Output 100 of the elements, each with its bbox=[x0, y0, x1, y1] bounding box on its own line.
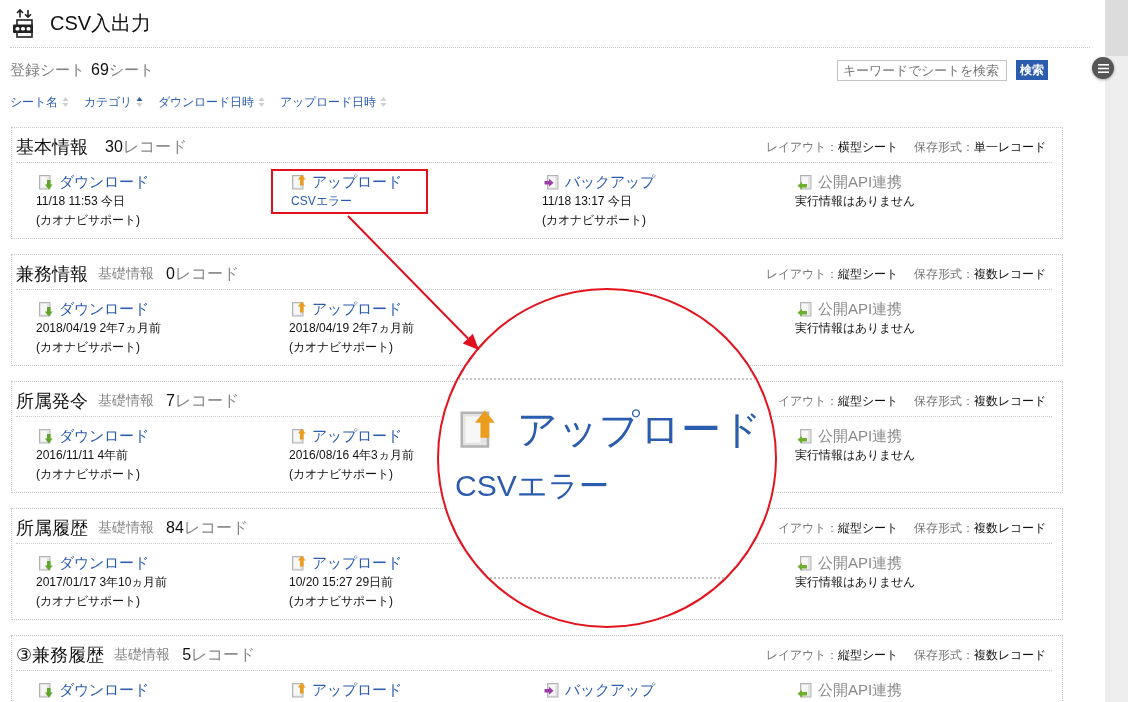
format-value: 単一レコード bbox=[974, 138, 1046, 156]
sheet-name: 所属履歴 bbox=[16, 517, 88, 540]
activity-date: 10/20 15:27 29日前 bbox=[289, 574, 394, 591]
activity-date: 11/18 13:17 今日 bbox=[542, 193, 632, 210]
file-arrow-left-icon bbox=[797, 428, 813, 444]
record-count-unit: レコード bbox=[122, 136, 187, 157]
activity-date: 2018/04/19 2年7ヵ月前 bbox=[36, 320, 161, 337]
sort-link[interactable]: カテゴリ bbox=[84, 93, 143, 111]
user-name: (カオナビサポート) bbox=[289, 466, 393, 483]
download-link[interactable]: ダウンロード bbox=[59, 553, 149, 573]
sort-link[interactable]: シート名 bbox=[10, 93, 69, 111]
activity-date: 2018/04/19 2年7ヵ月前 bbox=[289, 320, 414, 337]
upload-icon bbox=[291, 682, 307, 698]
upload-link[interactable]: アップロード bbox=[312, 426, 402, 446]
magnified-error-label: CSVエラー bbox=[455, 468, 609, 504]
upload-icon bbox=[291, 301, 307, 317]
format-label: 保存形式： bbox=[914, 392, 974, 410]
layout-value: 縦型シート bbox=[838, 265, 898, 283]
format-value: 複数レコード bbox=[974, 519, 1046, 537]
upload-link[interactable]: アップロード bbox=[312, 680, 402, 700]
upload-link[interactable]: アップロード bbox=[312, 172, 402, 192]
user-name: (カオナビサポート) bbox=[289, 593, 393, 610]
menu-icon bbox=[1097, 63, 1109, 73]
status-text: 実行情報はありません bbox=[795, 574, 915, 591]
layout-label: レイアウト： bbox=[766, 646, 838, 664]
layout-value: 横型シート bbox=[838, 138, 898, 156]
upload-icon bbox=[291, 428, 307, 444]
download-icon bbox=[38, 301, 54, 317]
upload-icon bbox=[458, 408, 498, 450]
backup-link[interactable]: バックアップ bbox=[565, 172, 655, 192]
layout-label: レイアウト： bbox=[766, 265, 838, 283]
layout-label: レイアウト： bbox=[766, 138, 838, 156]
download-link[interactable]: ダウンロード bbox=[59, 680, 149, 700]
download-icon bbox=[38, 682, 54, 698]
layout-label: イアウト： bbox=[778, 519, 838, 537]
file-arrow-right-icon bbox=[544, 682, 560, 698]
sheet-count-unit: シート bbox=[108, 60, 154, 80]
download-icon bbox=[38, 428, 54, 444]
registered-sheets-label: 登録シート bbox=[10, 60, 85, 80]
record-count-unit: レコード bbox=[174, 263, 239, 284]
record-count-unit: レコード bbox=[174, 390, 239, 411]
sort-link[interactable]: アップロード日時 bbox=[280, 93, 387, 111]
record-count: 7 bbox=[166, 392, 175, 410]
layout-value: 縦型シート bbox=[838, 519, 898, 537]
user-name: (カオナビサポート) bbox=[36, 466, 140, 483]
download-link[interactable]: ダウンロード bbox=[59, 299, 149, 319]
file-arrow-right-icon bbox=[544, 174, 560, 190]
status-text: 実行情報はありません bbox=[795, 193, 915, 210]
record-count: 0 bbox=[166, 265, 175, 283]
upload-link[interactable]: アップロード bbox=[312, 299, 402, 319]
search-button[interactable]: 検索 bbox=[1016, 60, 1048, 80]
layout-value: 縦型シート bbox=[838, 646, 898, 664]
record-count-unit: レコード bbox=[183, 517, 248, 538]
status-text: 実行情報はありません bbox=[795, 320, 915, 337]
status-text: 実行情報はありません bbox=[795, 447, 915, 464]
magnified-upload-label: アップロード bbox=[517, 406, 762, 453]
search-field[interactable]: キーワードでシートを検索 bbox=[837, 59, 1007, 81]
file-arrow-left-icon bbox=[797, 682, 813, 698]
layout-value: 縦型シート bbox=[838, 392, 898, 410]
upload-icon bbox=[291, 555, 307, 571]
activity-date: 2016/11/11 4年前 bbox=[36, 447, 129, 464]
sheet-name: ③兼務履歴 bbox=[16, 644, 105, 667]
user-name: (カオナビサポート) bbox=[36, 593, 140, 610]
category-label: 基礎情報 bbox=[98, 392, 154, 410]
user-name: (カオナビサポート) bbox=[542, 212, 646, 229]
backup-link[interactable]: バックアップ bbox=[565, 680, 655, 700]
record-count: 5 bbox=[182, 646, 192, 664]
page-title: CSV入出力 bbox=[50, 10, 152, 36]
file-arrow-left-icon bbox=[797, 301, 813, 317]
upload-icon bbox=[291, 174, 307, 190]
activity-date: 2016/08/16 4年3ヵ月前 bbox=[289, 447, 414, 464]
user-name: (カオナビサポート) bbox=[36, 339, 140, 356]
format-label: 保存形式： bbox=[914, 519, 974, 537]
category-label: 基礎情報 bbox=[98, 519, 154, 537]
user-name: (カオナビサポート) bbox=[289, 339, 393, 356]
layout-label: イアウト： bbox=[778, 392, 838, 410]
format-label: 保存形式： bbox=[914, 646, 974, 664]
menu-button[interactable] bbox=[1092, 57, 1114, 79]
download-link[interactable]: ダウンロード bbox=[59, 172, 149, 192]
format-value: 複数レコード bbox=[974, 265, 1046, 283]
sheet-count: 69 bbox=[91, 61, 109, 79]
download-icon bbox=[38, 555, 54, 571]
format-value: 複数レコード bbox=[974, 646, 1046, 664]
sort-link[interactable]: ダウンロード日時 bbox=[158, 93, 265, 111]
download-icon bbox=[38, 174, 54, 190]
format-label: 保存形式： bbox=[914, 138, 974, 156]
record-count: 30 bbox=[105, 138, 123, 156]
activity-date: 2017/01/17 3年10ヵ月前 bbox=[36, 574, 168, 591]
file-arrow-left-icon bbox=[797, 174, 813, 190]
format-label: 保存形式： bbox=[914, 265, 974, 283]
sheet-name: 基本情報 bbox=[16, 136, 88, 159]
category-label: 基礎情報 bbox=[114, 646, 171, 664]
file-arrow-left-icon bbox=[797, 555, 813, 571]
activity-date: 11/18 11:53 今日 bbox=[36, 193, 125, 210]
upload-link[interactable]: アップロード bbox=[312, 553, 402, 573]
file-transfer-icon bbox=[12, 8, 36, 38]
download-link[interactable]: ダウンロード bbox=[59, 426, 149, 446]
csv-error-link[interactable]: CSVエラー bbox=[291, 192, 352, 211]
record-count: 84 bbox=[166, 519, 184, 537]
record-count-unit: レコード bbox=[191, 644, 256, 665]
